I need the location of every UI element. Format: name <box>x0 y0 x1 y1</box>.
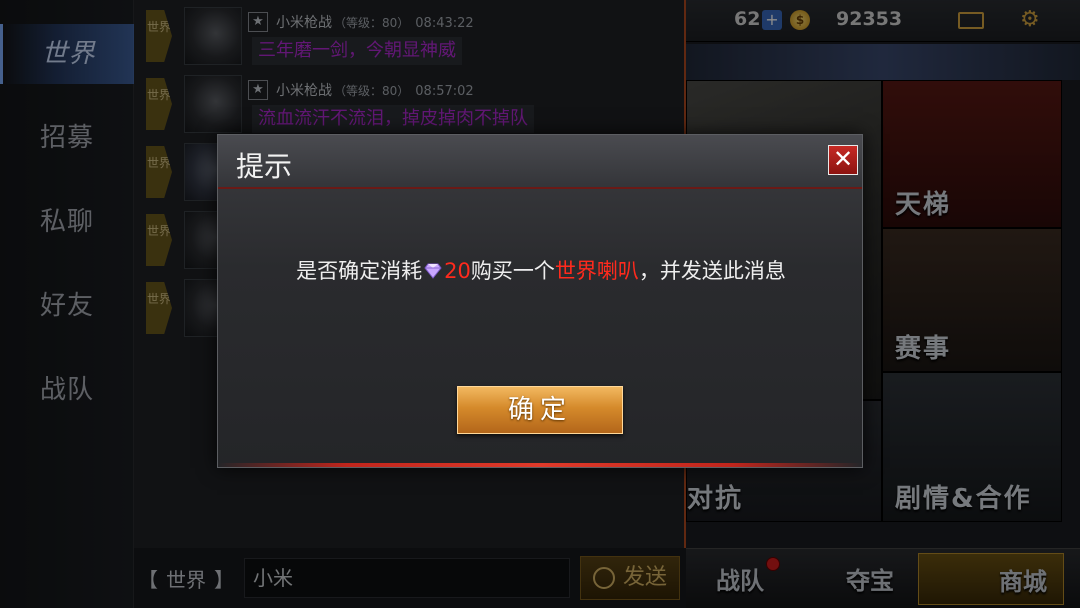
confirm-button[interactable]: 确定 <box>457 386 623 434</box>
dialog-title: 提示 <box>236 150 293 183</box>
close-button[interactable]: ✕ <box>828 145 858 175</box>
dialog-message: 是否确定消耗 20购买一个世界喇叭，并发送此消息 <box>258 255 824 287</box>
message-suffix: ，并发送此消息 <box>638 259 786 283</box>
confirm-dialog: 提示 ✕ 是否确定消耗 20购买一个世界喇叭，并发送此消息 确定 <box>217 134 863 468</box>
screen: 62 + $ 92353 ⚙ 天梯 赛事 剧情&合作 对抗 战队 夺宝 商城 世… <box>0 0 1080 608</box>
item-name: 世界喇叭 <box>554 259 639 283</box>
message-mid: 购买一个 <box>470 259 555 283</box>
cost-amount: 20 <box>444 259 471 283</box>
dialog-bottom-accent <box>218 463 862 467</box>
message-prefix: 是否确定消耗 <box>296 259 423 283</box>
diamond-icon <box>424 263 442 279</box>
dialog-header: 提示 ✕ <box>218 135 862 189</box>
